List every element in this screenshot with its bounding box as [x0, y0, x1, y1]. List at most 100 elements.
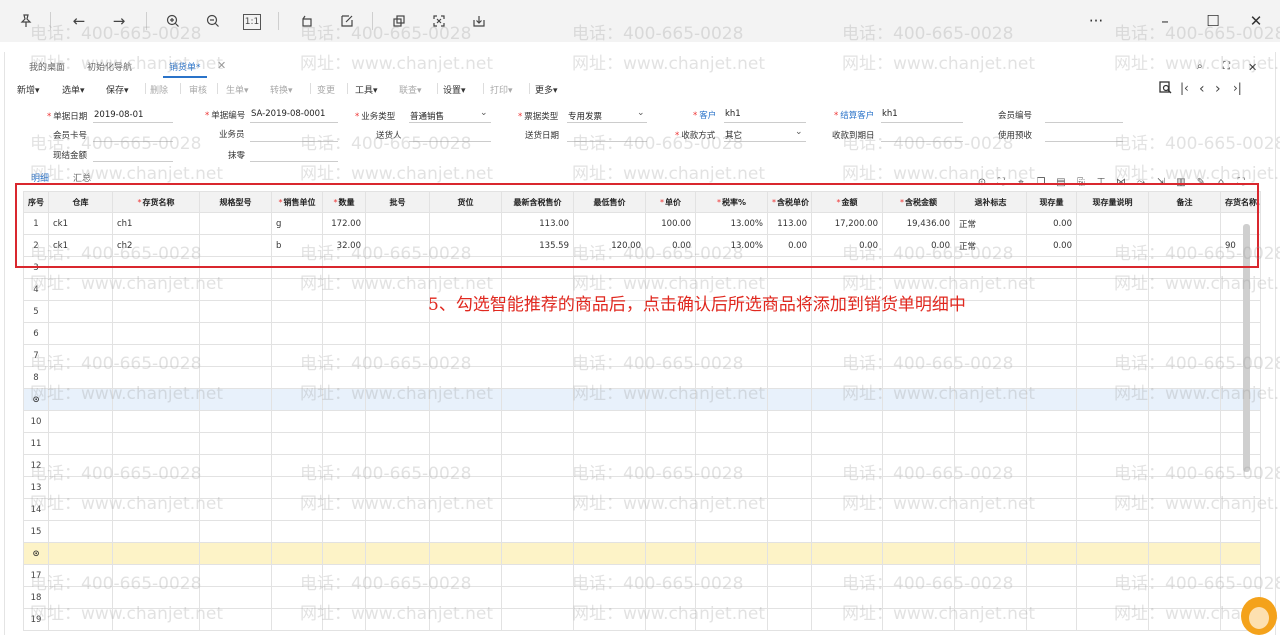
grid-cell[interactable] [322, 432, 366, 455]
grid-cell[interactable] [1148, 476, 1221, 499]
grid-cell[interactable] [1076, 366, 1149, 389]
grid-cell[interactable] [1148, 278, 1221, 301]
grid-cell[interactable] [271, 410, 323, 433]
grid-cell[interactable] [573, 564, 646, 587]
zoom-out-icon[interactable] [202, 10, 224, 32]
grid-cell[interactable] [271, 476, 323, 499]
grid-cell[interactable] [767, 608, 812, 631]
grid-cell[interactable] [767, 498, 812, 521]
grid-cell[interactable] [365, 410, 430, 433]
grid-cell[interactable] [112, 344, 200, 367]
grid-cell[interactable] [48, 542, 113, 565]
table-row[interactable]: 13 [23, 476, 1261, 499]
order-no-value[interactable]: SA-2019-08-0001 [251, 109, 325, 119]
grid-cell[interactable] [882, 586, 955, 609]
grid-cell[interactable] [1076, 586, 1149, 609]
grid-cell[interactable] [365, 476, 430, 499]
forward-icon[interactable]: → [108, 10, 130, 32]
grid-cell[interactable] [811, 476, 883, 499]
grid-cell[interactable] [48, 322, 113, 345]
grid-cell[interactable] [199, 366, 272, 389]
grid-cell[interactable] [573, 542, 646, 565]
grid-cell[interactable] [429, 586, 502, 609]
grid-cell[interactable] [199, 278, 272, 301]
grid-cell[interactable] [645, 498, 696, 521]
grid-cell[interactable] [322, 322, 366, 345]
grid-cell[interactable] [954, 608, 1027, 631]
grid-cell[interactable] [645, 366, 696, 389]
grid-cell[interactable] [1076, 476, 1149, 499]
grid-cell[interactable] [112, 278, 200, 301]
grid-cell[interactable] [954, 410, 1027, 433]
grid-cell[interactable] [954, 432, 1027, 455]
grid-cell[interactable] [573, 322, 646, 345]
grid-cell[interactable] [48, 608, 113, 631]
grid-cell[interactable] [501, 410, 574, 433]
grid-cell[interactable] [365, 586, 430, 609]
grid-cell[interactable] [645, 410, 696, 433]
table-row[interactable]: 10 [23, 410, 1261, 433]
grid-cell[interactable] [48, 278, 113, 301]
grid-cell[interactable] [882, 322, 955, 345]
grid-cell[interactable] [1076, 608, 1149, 631]
grid-cell[interactable] [573, 608, 646, 631]
grid-cell[interactable] [501, 608, 574, 631]
grid-cell[interactable] [882, 520, 955, 543]
toolbar-audit[interactable]: 审核 [189, 83, 207, 96]
grid-cell[interactable] [429, 410, 502, 433]
table-row[interactable]: 18 [23, 586, 1261, 609]
grid-cell[interactable] [1026, 608, 1077, 631]
grid-cell[interactable] [322, 564, 366, 587]
maximize-icon[interactable]: ☐ [1200, 8, 1226, 34]
grid-cell[interactable] [695, 432, 768, 455]
save-icon[interactable] [468, 10, 490, 32]
toolbar-query[interactable]: 联查▾ [399, 83, 422, 96]
grid-cell[interactable] [501, 564, 574, 587]
grid-cell[interactable] [1026, 586, 1077, 609]
grid-cell[interactable] [199, 476, 272, 499]
zoom-in-icon[interactable] [162, 10, 184, 32]
grid-cell[interactable] [645, 608, 696, 631]
grid-cell[interactable] [645, 586, 696, 609]
first-record-icon[interactable]: |‹ [1180, 81, 1189, 95]
chevron-down-icon[interactable]: ⌄ [795, 127, 803, 137]
grid-cell[interactable] [954, 454, 1027, 477]
grid-cell[interactable] [882, 542, 955, 565]
grid-cell[interactable] [112, 366, 200, 389]
grid-cell[interactable] [695, 322, 768, 345]
grid-cell[interactable] [695, 410, 768, 433]
grid-cell[interactable] [1148, 344, 1221, 367]
grid-cell[interactable] [1076, 300, 1149, 323]
minimize-icon[interactable]: – [1152, 8, 1178, 34]
prev-record-icon[interactable]: ‹ [1199, 81, 1205, 97]
table-row[interactable]: 12 [23, 454, 1261, 477]
grid-cell[interactable] [573, 366, 646, 389]
grid-cell[interactable] [322, 300, 366, 323]
grid-cell[interactable] [271, 454, 323, 477]
grid-cell[interactable] [882, 388, 955, 411]
grid-cell[interactable] [1026, 520, 1077, 543]
tab-desktop[interactable]: 我的桌面 [29, 60, 65, 73]
table-row[interactable]: 6 [23, 322, 1261, 345]
chevron-down-icon[interactable]: ⌄ [480, 108, 488, 118]
grid-cell[interactable] [112, 410, 200, 433]
grid-cell[interactable] [48, 366, 113, 389]
grid-cell[interactable] [112, 608, 200, 631]
toolbar-tools[interactable]: 工具▾ [355, 83, 378, 96]
expand-icon[interactable]: ⛶ [1223, 61, 1230, 72]
grid-cell[interactable] [48, 410, 113, 433]
grid-cell[interactable] [1026, 498, 1077, 521]
grid-cell[interactable] [501, 388, 574, 411]
grid-cell[interactable] [695, 564, 768, 587]
grid-cell[interactable] [365, 498, 430, 521]
grid-cell[interactable] [199, 322, 272, 345]
table-row[interactable]: 17 [23, 564, 1261, 587]
back-icon[interactable]: ← [68, 10, 90, 32]
grid-cell[interactable] [501, 366, 574, 389]
search-icon[interactable]: ⌕ [1197, 61, 1203, 72]
grid-cell[interactable] [112, 520, 200, 543]
grid-cell[interactable] [1076, 410, 1149, 433]
grid-cell[interactable] [429, 344, 502, 367]
grid-cell[interactable] [1220, 300, 1261, 323]
grid-cell[interactable] [1220, 278, 1261, 301]
